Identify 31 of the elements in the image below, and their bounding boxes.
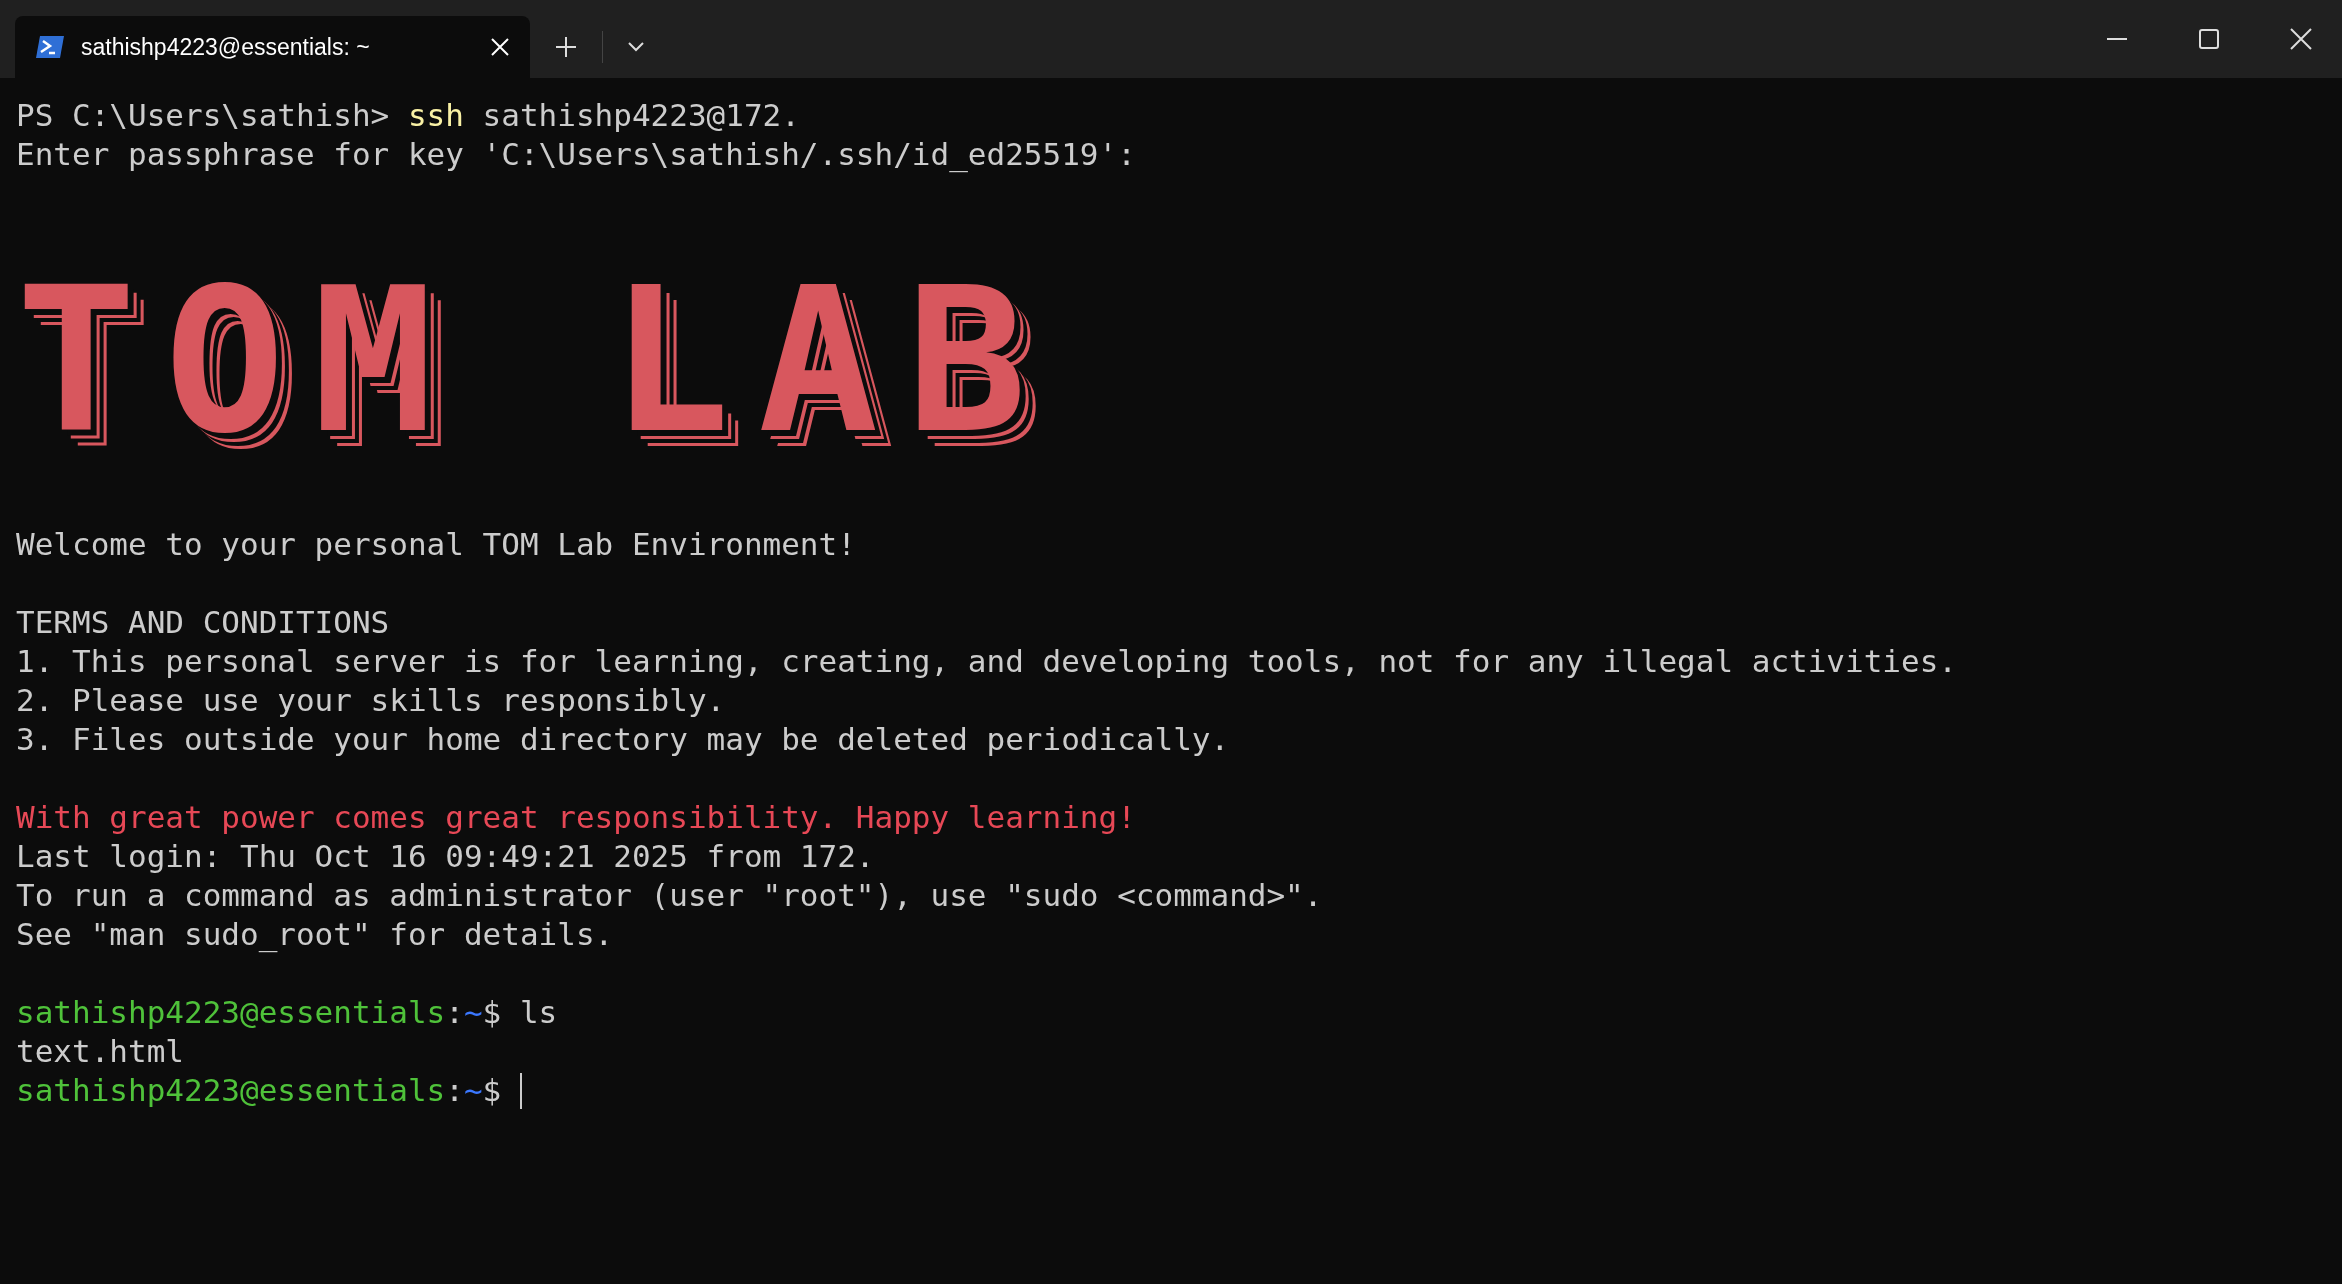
new-tab-icon[interactable]	[554, 35, 578, 59]
output-line: TERMS AND CONDITIONS	[16, 603, 390, 642]
shell-prompt: PS C:\Users\sathish>	[16, 96, 391, 135]
highlighted-message: With great power comes great responsibility. Happy learning!	[16, 798, 1136, 837]
output-line: Enter passphrase for key 'C:\Users\sathish/.ssh/id_ed25519':	[16, 135, 1136, 174]
command-text: ls	[519, 993, 558, 1032]
prompt-path: ~	[463, 993, 483, 1032]
output-line: Welcome to your personal TOM Lab Environment!	[16, 525, 856, 564]
dropdown-icon[interactable]	[627, 41, 645, 53]
prompt-separator: :	[445, 1071, 464, 1110]
output-line: 2. Please use your skills responsibly.	[16, 681, 726, 720]
command-argument: sathishp4223@172.	[482, 96, 800, 135]
powershell-icon	[35, 34, 65, 60]
banner-title: TOM LAB	[16, 246, 1055, 476]
terminal-tab[interactable]: sathishp4223@essentials: ~	[15, 16, 530, 78]
close-icon[interactable]	[2290, 28, 2312, 50]
maximize-icon[interactable]	[2198, 28, 2220, 50]
tab-title: sathishp4223@essentials: ~	[81, 32, 371, 62]
output-line: 3. Files outside your home directory may be deleted periodically.	[16, 720, 1230, 759]
output-line: text.html	[16, 1032, 184, 1071]
prompt-symbol: $	[482, 1071, 503, 1110]
output-line: To run a command as administrator (user "root"), use "sudo <command>".	[16, 876, 1323, 915]
prompt-user: sathishp4223@essentials	[16, 993, 446, 1032]
prompt-symbol: $	[482, 993, 503, 1032]
output-line: Last login: Thu Oct 16 09:49:21 2025 from 172.	[16, 837, 875, 876]
command-name: ssh	[407, 96, 465, 135]
prompt-user: sathishp4223@essentials	[16, 1071, 446, 1110]
output-line: See "man sudo_root" for details.	[16, 915, 614, 954]
output-line: 1. This personal server is for learning, creating, and developing tools, not for any illegal activities.	[16, 642, 1957, 681]
prompt-separator: :	[445, 993, 464, 1032]
prompt-path: ~	[463, 1071, 483, 1110]
